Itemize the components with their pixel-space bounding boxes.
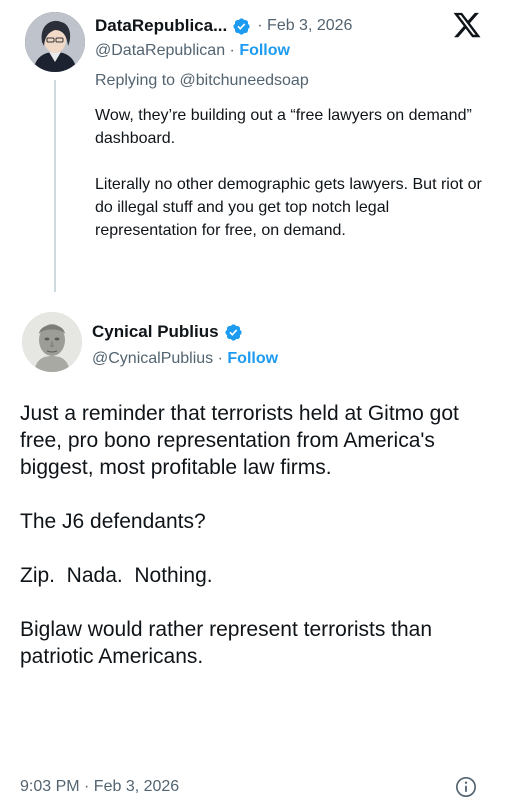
- reply-handle[interactable]: @DataRepublican: [95, 42, 225, 59]
- replying-to-label[interactable]: Replying to @bitchuneedsoap: [95, 72, 309, 90]
- info-icon[interactable]: [455, 776, 477, 798]
- verified-badge-icon: [233, 17, 250, 35]
- main-paragraph: Zip. Nada. Nothing.: [20, 564, 213, 587]
- reply-header: DataRepublica... · Feb 3, 2026: [95, 14, 352, 38]
- main-display-name[interactable]: Cynical Publius: [92, 322, 219, 342]
- separator-dot: ·: [213, 350, 228, 367]
- main-handle[interactable]: @CynicalPublius: [92, 350, 213, 367]
- x-logo-icon[interactable]: [452, 10, 482, 40]
- main-paragraph: The J6 defendants?: [20, 510, 206, 533]
- main-header: Cynical Publius: [92, 320, 243, 344]
- reply-display-name[interactable]: DataRepublica...: [95, 16, 227, 36]
- main-tweet: Cynical Publius @CynicalPublius · Follow…: [0, 300, 505, 812]
- verified-badge-icon: [224, 323, 242, 341]
- reply-handle-row: @DataRepublican · Follow: [95, 42, 290, 60]
- reply-tweet: DataRepublica... · Feb 3, 2026 @DataRepu…: [0, 0, 505, 300]
- follow-button-datarepublican[interactable]: Follow: [239, 42, 290, 59]
- main-handle-row: @CynicalPublius · Follow: [92, 350, 278, 368]
- avatar-datarepublican[interactable]: [25, 12, 85, 72]
- reply-paragraph: Wow, they’re building out a “free lawyer…: [95, 107, 472, 147]
- main-tweet-text: Just a reminder that terrorists held at …: [20, 400, 500, 697]
- avatar-cynicalpublius[interactable]: [22, 312, 82, 372]
- thread-connector-line: [54, 80, 56, 292]
- reply-tweet-text: Wow, they’re building out a “free lawyer…: [95, 104, 495, 265]
- reply-paragraph: Literally no other demographic gets lawy…: [95, 176, 482, 239]
- main-paragraph: Biglaw would rather represent terrorists…: [20, 618, 433, 668]
- follow-button-cynicalpublius[interactable]: Follow: [227, 350, 278, 367]
- reply-date[interactable]: · Feb 3, 2026: [257, 17, 352, 35]
- main-paragraph: Just a reminder that terrorists held at …: [20, 402, 459, 479]
- separator-dot: ·: [225, 42, 240, 59]
- tweet-timestamp[interactable]: 9:03 PM · Feb 3, 2026: [20, 778, 179, 796]
